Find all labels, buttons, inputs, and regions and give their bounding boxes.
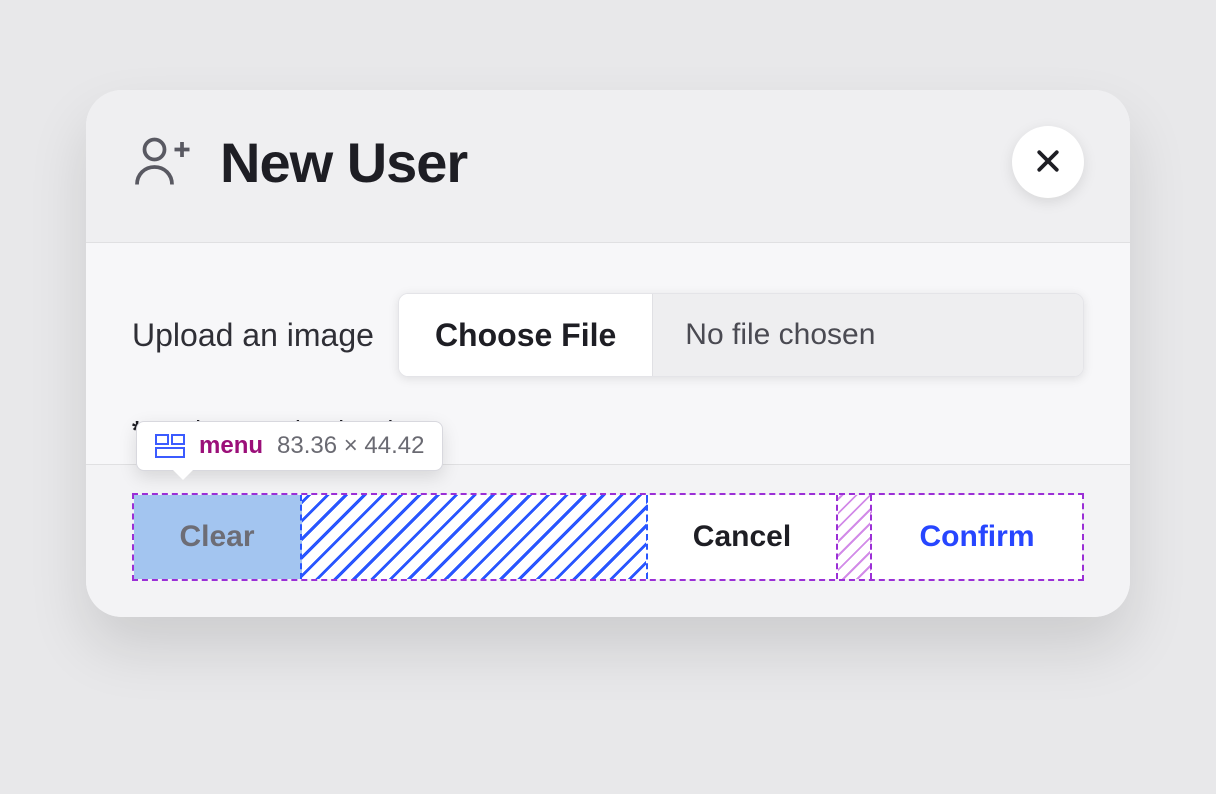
add-user-icon: [132, 132, 192, 192]
footer-menu: Clear Cancel Confirm: [132, 493, 1084, 581]
close-icon: [1033, 146, 1063, 179]
choose-file-button[interactable]: Choose File: [399, 294, 653, 376]
confirm-button[interactable]: Confirm: [872, 495, 1082, 579]
flex-icon: [155, 434, 185, 458]
upload-label: Upload an image: [132, 317, 374, 354]
new-user-dialog: New User Upload an image Choose File No …: [86, 90, 1130, 617]
inspector-dimensions: 83.36 × 44.42: [277, 432, 424, 460]
inspector-tag: menu: [199, 432, 263, 460]
cancel-button[interactable]: Cancel: [648, 495, 838, 579]
dialog-title: New User: [220, 130, 1012, 195]
upload-row: Upload an image Choose File No file chos…: [132, 293, 1084, 377]
dialog-header: New User: [86, 90, 1130, 243]
dialog-footer: menu 83.36 × 44.42 Clear Cancel Confirm: [86, 464, 1130, 617]
devtools-inspector-tooltip: menu 83.36 × 44.42: [136, 421, 443, 471]
file-picker: Choose File No file chosen: [398, 293, 1084, 377]
clear-button[interactable]: Clear: [134, 495, 302, 579]
close-button[interactable]: [1012, 126, 1084, 198]
flex-gap: [838, 495, 872, 579]
flex-spacer: [302, 495, 648, 579]
file-status: No file chosen: [653, 294, 1083, 376]
